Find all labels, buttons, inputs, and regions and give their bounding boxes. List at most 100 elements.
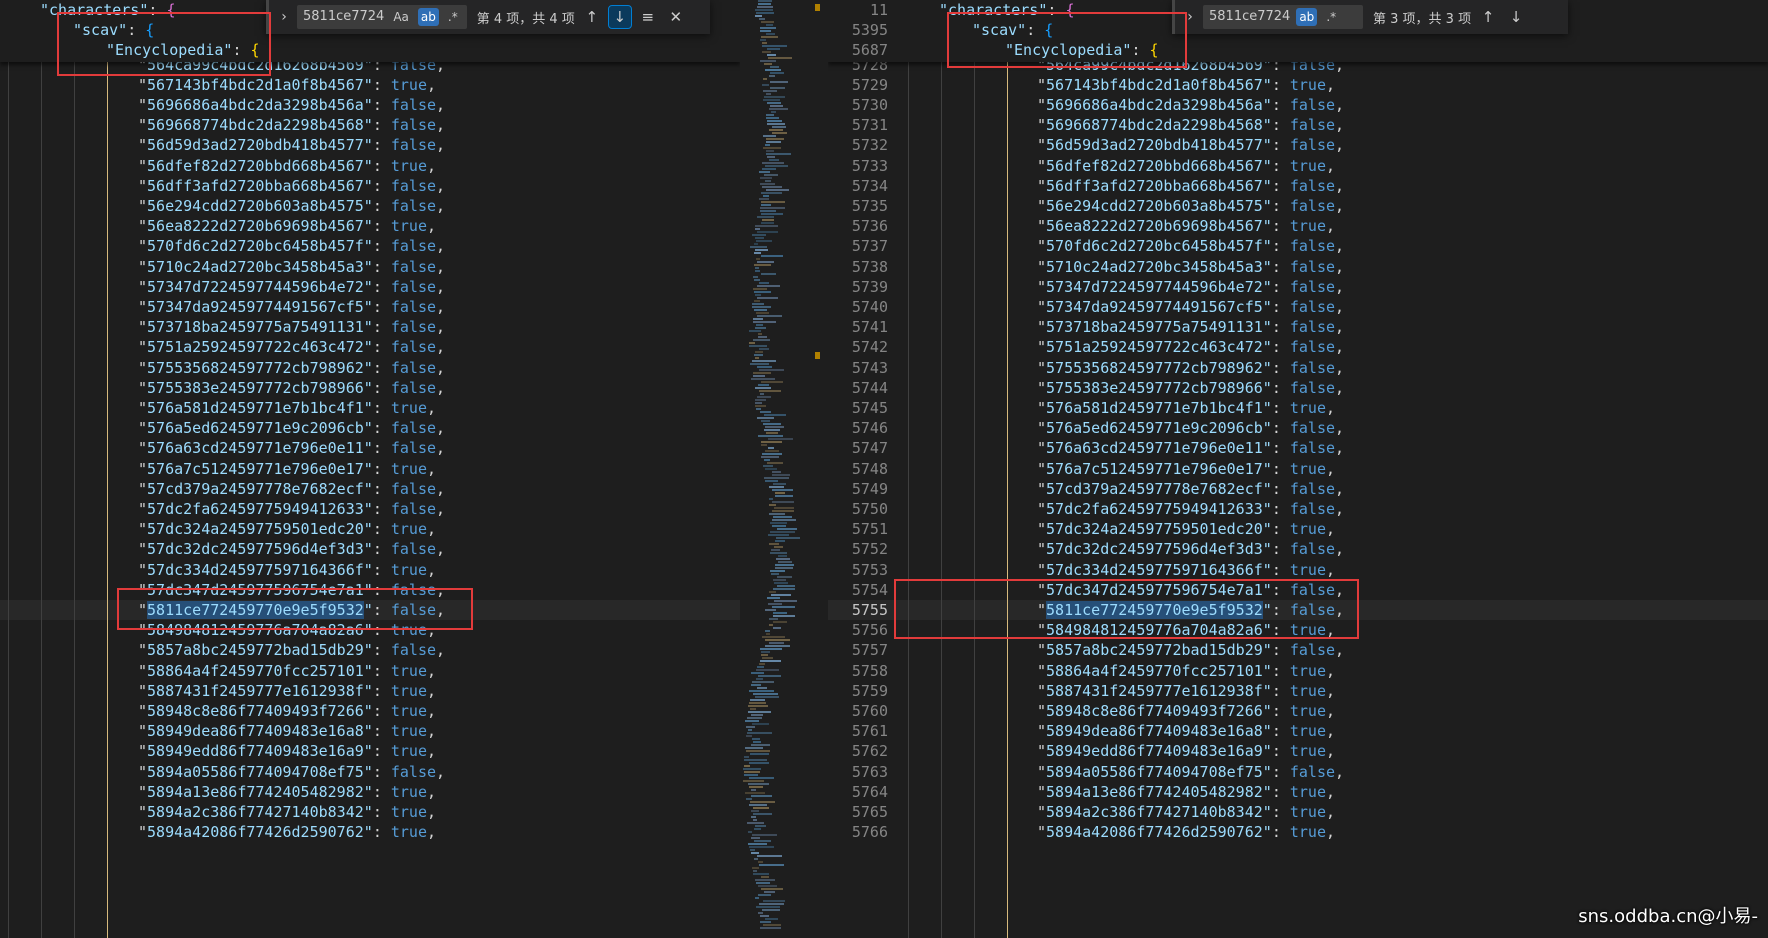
code-line[interactable]: "5811ce772459770e9e5f9532": false, xyxy=(0,599,740,621)
code-line[interactable]: "56d59d3ad2720bdb418b4577": false, xyxy=(0,135,740,155)
code-line[interactable]: "5710c24ad2720bc3458b45a3": false, xyxy=(0,257,740,277)
code-line[interactable]: "5755356824597772cb798962": false, xyxy=(0,358,740,378)
use-regex-icon[interactable]: .* xyxy=(445,8,461,26)
code-line[interactable]: 5739 "57347d7224597744596b4e72": false, xyxy=(828,277,1768,297)
code-line[interactable]: "58949dea86f77409483e16a8": true, xyxy=(0,721,740,741)
code-line[interactable]: "57347d7224597744596b4e72": false, xyxy=(0,277,740,297)
code-line[interactable]: 5755 "5811ce772459770e9e5f9532": false, xyxy=(828,599,1768,621)
minimap[interactable] xyxy=(740,0,829,938)
code-line[interactable]: "584984812459776a704a82a6": true, xyxy=(0,620,740,640)
code-line[interactable]: 5746 "576a5ed62459771e9c2096cb": false, xyxy=(828,418,1768,438)
match-case-icon[interactable]: Aa xyxy=(390,8,412,26)
code-line[interactable]: 5753 "57dc334d245977597164366f": true, xyxy=(828,560,1768,580)
code-line[interactable]: 5735 "56e294cdd2720b603a8b4575": false, xyxy=(828,196,1768,216)
code-line[interactable]: 5766 "5894a42086f77426d2590762": true, xyxy=(828,822,1768,842)
code-line[interactable]: "57dc334d245977597164366f": true, xyxy=(0,560,740,580)
use-regex-icon[interactable]: .* xyxy=(1323,8,1339,26)
code-line[interactable]: "56dfef82d2720bbd668b4567": true, xyxy=(0,156,740,176)
code-line[interactable]: 5754 "57dc347d245977596754e7a1": false, xyxy=(828,580,1768,600)
next-match-arrow-down-icon[interactable]: ↓ xyxy=(607,5,632,29)
next-match-arrow-down-icon[interactable]: ↓ xyxy=(1505,6,1527,28)
code-line[interactable]: 5744 "5755383e24597772cb798966": false, xyxy=(828,378,1768,398)
match-whole-word-icon[interactable]: ab xyxy=(1296,8,1318,26)
code-line[interactable]: 5761 "58949dea86f77409483e16a8": true, xyxy=(828,721,1768,741)
code-line[interactable]: "5894a05586f774094708ef75": false, xyxy=(0,762,740,782)
code-line[interactable]: 5758 "58864a4f2459770fcc257101": true, xyxy=(828,661,1768,681)
code-line[interactable]: 5749 "57cd379a24597778e7682ecf": false, xyxy=(828,479,1768,499)
code-line[interactable]: 5764 "5894a13e86f7742405482982": true, xyxy=(828,782,1768,802)
code-line[interactable]: 5765 "5894a2c386f77427140b8342": true, xyxy=(828,802,1768,822)
left-editor-pane[interactable]: "564ca99c4bdc2d16268b4569": false, "56714… xyxy=(0,0,740,938)
code-line[interactable]: "57dc324a24597759501edc20": true, xyxy=(0,519,740,539)
code-line[interactable]: 5733 "56dfef82d2720bbd668b4567": true, xyxy=(828,156,1768,176)
previous-match-arrow-up-icon[interactable]: ↑ xyxy=(581,6,603,28)
code-line[interactable]: 5737 "570fd6c2d2720bc6458b457f": false, xyxy=(828,236,1768,256)
code-line[interactable]: 5748 "576a7c512459771e796e0e17": true, xyxy=(828,459,1768,479)
code-line[interactable]: 5751 "57dc324a24597759501edc20": true, xyxy=(828,519,1768,539)
toggle-replace-chevron-icon[interactable]: › xyxy=(277,9,291,25)
match-whole-word-icon[interactable]: ab xyxy=(417,8,439,26)
code-line[interactable]: "58949edd86f77409483e16a9": true, xyxy=(0,741,740,761)
code-line[interactable]: "5887431f2459777e1612938f": true, xyxy=(0,681,740,701)
close-find-icon[interactable]: ✕ xyxy=(665,6,687,28)
code-line[interactable]: 5750 "57dc2fa62459775949412633": false, xyxy=(828,499,1768,519)
code-line[interactable]: 5741 "573718ba2459775a75491131": false, xyxy=(828,317,1768,337)
code-line[interactable]: "57dc32dc245977596d4ef3d3": false, xyxy=(0,539,740,559)
find-in-selection-icon[interactable]: ≡ xyxy=(637,6,659,28)
code-line[interactable]: 5740 "57347da92459774491567cf5": false, xyxy=(828,297,1768,317)
code-line[interactable]: "576a5ed62459771e9c2096cb": false, xyxy=(0,418,740,438)
code-line[interactable]: 5752 "57dc32dc245977596d4ef3d3": false, xyxy=(828,539,1768,559)
previous-match-arrow-up-icon[interactable]: ↑ xyxy=(1477,6,1499,28)
code-line[interactable]: "5894a2c386f77427140b8342": true, xyxy=(0,802,740,822)
right-find-input[interactable]: 5811ce7724 ab .* xyxy=(1203,5,1363,29)
code-line[interactable]: 5730 "5696686a4bdc2da3298b456a": false, xyxy=(828,95,1768,115)
code-line[interactable]: 5743 "5755356824597772cb798962": false, xyxy=(828,358,1768,378)
minimap-line xyxy=(748,843,767,845)
code-line[interactable]: 5736 "56ea8222d2720b69698b4567": true, xyxy=(828,216,1768,236)
code-line[interactable]: "5894a42086f77426d2590762": true, xyxy=(0,822,740,842)
code-line[interactable]: 5762 "58949edd86f77409483e16a9": true, xyxy=(828,741,1768,761)
code-line[interactable]: 5759 "5887431f2459777e1612938f": true, xyxy=(828,681,1768,701)
code-line[interactable]: 5729 "567143bf4bdc2d1a0f8b4567": true, xyxy=(828,75,1768,95)
code-line[interactable]: 5763 "5894a05586f774094708ef75": false, xyxy=(828,762,1768,782)
code-line[interactable]: "57dc2fa62459775949412633": false, xyxy=(0,499,740,519)
code-line[interactable]: "5751a25924597722c463c472": false, xyxy=(0,337,740,357)
code-line[interactable]: 5738 "5710c24ad2720bc3458b45a3": false, xyxy=(828,257,1768,277)
code-line[interactable]: "56ea8222d2720b69698b4567": true, xyxy=(0,216,740,236)
code-line[interactable]: "567143bf4bdc2d1a0f8b4567": true, xyxy=(0,75,740,95)
code-line[interactable]: 5745 "576a581d2459771e7b1bc4f1": true, xyxy=(828,398,1768,418)
code-line[interactable]: "576a63cd2459771e796e0e11": false, xyxy=(0,438,740,458)
sticky-line[interactable]: "Encyclopedia": { xyxy=(0,40,740,60)
code-line[interactable]: "5696686a4bdc2da3298b456a": false, xyxy=(0,95,740,115)
right-editor-pane[interactable]: 5728 "564ca99c4bdc2d16268b4569": false, 57… xyxy=(828,0,1768,938)
sticky-line[interactable]: 5687 "Encyclopedia": { xyxy=(828,40,1768,60)
code-line[interactable]: "56dff3afd2720bba668b4567": false, xyxy=(0,176,740,196)
code-line[interactable]: "56e294cdd2720b603a8b4575": false, xyxy=(0,196,740,216)
toggle-replace-chevron-icon[interactable]: › xyxy=(1183,9,1197,25)
code-line[interactable]: "5857a8bc2459772bad15db29": false, xyxy=(0,640,740,660)
code-line[interactable]: "573718ba2459775a75491131": false, xyxy=(0,317,740,337)
code-line[interactable]: 5742 "5751a25924597722c463c472": false, xyxy=(828,337,1768,357)
code-line[interactable]: "57347da92459774491567cf5": false, xyxy=(0,297,740,317)
code-line[interactable]: "58864a4f2459770fcc257101": true, xyxy=(0,661,740,681)
code-line[interactable]: "5755383e24597772cb798966": false, xyxy=(0,378,740,398)
code-line[interactable]: "576a7c512459771e796e0e17": true, xyxy=(0,459,740,479)
code-line[interactable]: 5731 "569668774bdc2da2298b4568": false, xyxy=(828,115,1768,135)
code-line[interactable]: 5756 "584984812459776a704a82a6": true, xyxy=(828,620,1768,640)
code-line[interactable]: 5760 "58948c8e86f77409493f7266": true, xyxy=(828,701,1768,721)
code-line[interactable]: 5747 "576a63cd2459771e796e0e11": false, xyxy=(828,438,1768,458)
code-line[interactable]: 5732 "56d59d3ad2720bdb418b4577": false, xyxy=(828,135,1768,155)
code-line[interactable]: "58948c8e86f77409493f7266": true, xyxy=(0,701,740,721)
code-line[interactable]: 5757 "5857a8bc2459772bad15db29": false, xyxy=(828,640,1768,660)
code-line[interactable]: "569668774bdc2da2298b4568": false, xyxy=(0,115,740,135)
minimap-line xyxy=(775,567,793,569)
code-line[interactable]: "57cd379a24597778e7682ecf": false, xyxy=(0,479,740,499)
code-line[interactable]: "570fd6c2d2720bc6458b457f": false, xyxy=(0,236,740,256)
minimap-line xyxy=(761,441,782,443)
left-find-input[interactable]: 5811ce7724 Aa ab .* xyxy=(297,5,467,29)
code-line[interactable]: "57dc347d245977596754e7a1": false, xyxy=(0,580,740,600)
code-line[interactable]: 5734 "56dff3afd2720bba668b4567": false, xyxy=(828,176,1768,196)
sticky-key: scav xyxy=(82,21,119,39)
code-line[interactable]: "5894a13e86f7742405482982": true, xyxy=(0,782,740,802)
code-line[interactable]: "576a581d2459771e7b1bc4f1": true, xyxy=(0,398,740,418)
